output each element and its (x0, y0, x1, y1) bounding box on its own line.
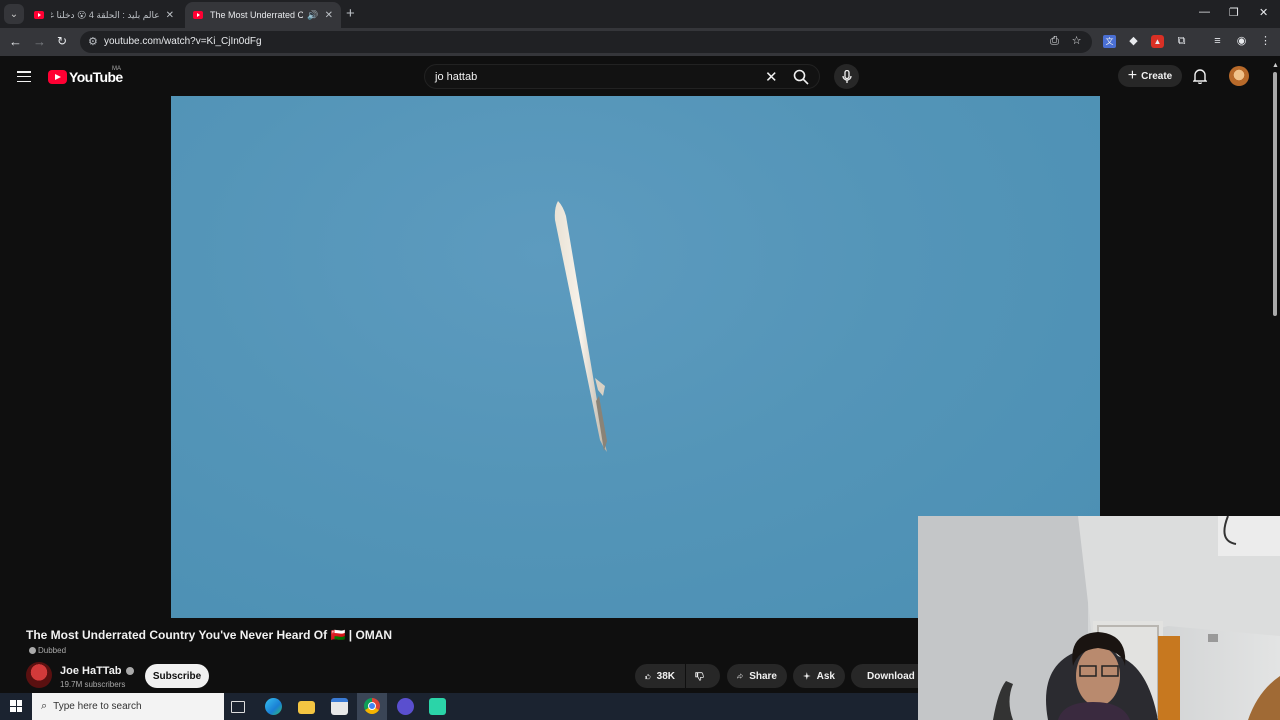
close-tab-icon[interactable]: ✕ (325, 10, 333, 21)
edge-browser-icon[interactable] (265, 698, 282, 715)
chrome-icon (364, 698, 380, 714)
youtube-play-logo-icon (48, 70, 67, 84)
close-tab-icon[interactable]: ✕ (166, 10, 174, 21)
webcam-person-image (918, 516, 1280, 720)
task-view-icon[interactable] (231, 701, 245, 713)
channel-name-link[interactable]: Joe HaTTab (60, 665, 134, 677)
minimize-button[interactable]: — (1199, 6, 1210, 18)
webcam-overlay-image (918, 516, 1280, 720)
clear-search-icon[interactable]: ✕ (765, 68, 778, 86)
tab-search-button[interactable]: ⌄ (4, 4, 24, 24)
forward-button[interactable]: → (33, 34, 46, 49)
plus-icon: + (1127, 67, 1138, 84)
channel-name: Joe HaTTab (60, 665, 122, 677)
address-bar[interactable]: ⚙ youtube.com/watch?v=Ki_CjIn0dFg (80, 31, 1092, 53)
like-button[interactable]: 38K (635, 664, 685, 688)
download-label: Download (867, 670, 915, 682)
chrome-taskbar-active[interactable] (357, 693, 387, 720)
site-info-icon[interactable]: ⚙ (88, 35, 98, 48)
share-label: Share (749, 670, 777, 682)
video-title: The Most Underrated Country You've Never… (26, 628, 393, 642)
download-button[interactable]: Download (851, 664, 918, 688)
dubbed-label: Dubbed (38, 646, 67, 655)
browser-tab-strip: ⌄ عالم بليد : الحلقة 4 😮 دخلنا غرفة ✕ Th… (0, 0, 1280, 28)
tab-inactive[interactable]: عالم بليد : الحلقة 4 😮 دخلنا غرفة ✕ (26, 2, 182, 28)
verified-check-icon (125, 667, 134, 675)
search-icon[interactable] (793, 69, 809, 85)
scrollbar-thumb[interactable] (1273, 72, 1277, 316)
chrome-menu-icon[interactable]: ⋮ (1259, 35, 1272, 48)
menu-hamburger-icon[interactable] (17, 71, 31, 83)
restore-button[interactable]: ❐ (1229, 6, 1239, 19)
extension-red-icon[interactable]: ▲ (1151, 35, 1164, 48)
scroll-up-icon[interactable]: ▲ (1272, 62, 1279, 69)
close-window-button[interactable]: ✕ (1259, 6, 1268, 19)
file-explorer-icon[interactable] (298, 701, 315, 714)
subscriber-count: 19.7M subscribers (60, 680, 126, 689)
ask-button[interactable]: Ask (793, 664, 845, 688)
search-box[interactable]: jo hattab ✕ (424, 64, 820, 89)
new-tab-button[interactable]: + (346, 5, 355, 22)
like-count: 38K (656, 670, 675, 682)
person-icon (29, 647, 36, 654)
sparkle-icon (803, 672, 811, 680)
ask-label: Ask (816, 670, 835, 682)
taskbar-search-placeholder: Type here to search (53, 701, 142, 712)
reload-button[interactable]: ↻ (57, 34, 67, 48)
thumbs-down-icon (695, 671, 704, 681)
translate-extension-icon[interactable]: 文 (1103, 35, 1116, 48)
create-button[interactable]: + Create (1118, 65, 1182, 87)
back-button[interactable]: ← (9, 34, 22, 49)
thumbs-up-icon (645, 673, 651, 679)
youtube-favicon-icon (193, 11, 203, 19)
bookmark-star-icon[interactable]: ☆ (1070, 35, 1083, 48)
app-purple-icon[interactable] (397, 698, 414, 715)
url-text: youtube.com/watch?v=Ki_CjIn0dFg (104, 36, 262, 47)
browser-toolbar: ← → ↻ ⚙ youtube.com/watch?v=Ki_CjIn0dFg … (0, 28, 1280, 56)
youtube-header: YouTube MA jo hattab ✕ + Create (0, 56, 1280, 96)
subscribe-button[interactable]: Subscribe (145, 664, 209, 688)
youtube-favicon-icon (34, 11, 44, 19)
country-code: MA (112, 66, 121, 72)
windows-taskbar: ⌕ Type here to search (0, 693, 918, 720)
tab-active[interactable]: The Most Underrated Coun 🔊 ✕ (185, 2, 341, 28)
youtube-logo[interactable]: YouTube MA (48, 66, 123, 85)
extensions-puzzle-icon[interactable]: ⧉ (1175, 35, 1188, 48)
extension-diamond-icon[interactable]: ◆ (1127, 35, 1140, 48)
dubbed-badge: Dubbed (29, 646, 66, 655)
share-arrow-icon (737, 673, 744, 679)
tab-title: عالم بليد : الحلقة 4 😮 دخلنا غرفة (51, 9, 160, 20)
media-controls-icon[interactable]: ≡ (1211, 35, 1224, 48)
search-icon: ⌕ (41, 700, 48, 712)
profile-icon[interactable]: ◉ (1235, 35, 1248, 48)
create-label: Create (1141, 70, 1173, 82)
microsoft-store-icon[interactable] (331, 698, 348, 715)
windows-start-icon[interactable] (10, 700, 22, 712)
search-input[interactable]: jo hattab (435, 71, 477, 83)
share-button[interactable]: Share (727, 664, 787, 688)
account-avatar[interactable] (1229, 66, 1249, 86)
install-app-icon[interactable]: ⎙ (1048, 35, 1061, 48)
notifications-bell-icon[interactable] (1193, 68, 1207, 84)
taskbar-search-box[interactable]: ⌕ Type here to search (32, 693, 224, 720)
channel-avatar[interactable] (26, 662, 52, 688)
speaker-icon[interactable]: 🔊 (307, 10, 318, 21)
dislike-button[interactable] (686, 664, 720, 688)
microphone-icon (841, 69, 852, 83)
app-green-icon[interactable] (429, 698, 446, 715)
tab-title: The Most Underrated Coun (210, 10, 304, 20)
voice-search-button[interactable] (834, 64, 859, 89)
